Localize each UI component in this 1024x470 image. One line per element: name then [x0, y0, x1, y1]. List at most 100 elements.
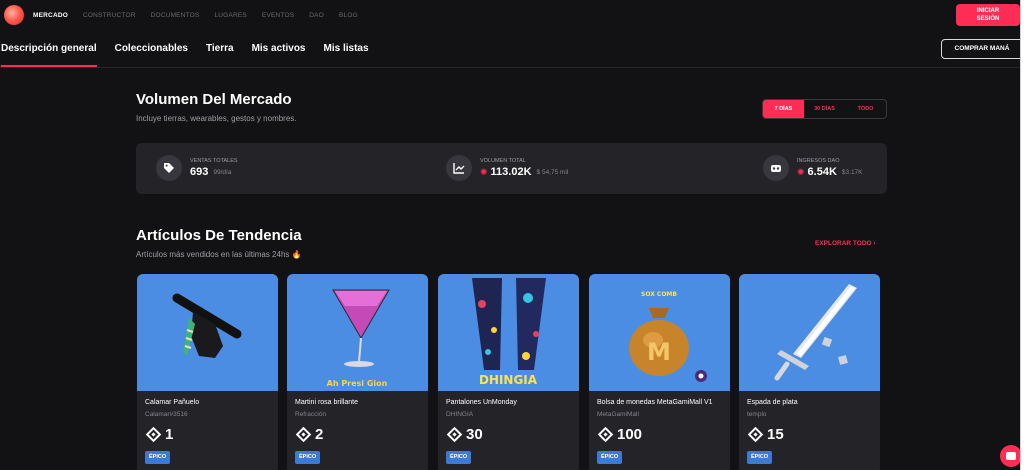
item-image	[137, 274, 278, 391]
nav-mercado[interactable]: MERCADO	[33, 12, 68, 19]
item-price-value: 1	[165, 426, 174, 443]
range-30-days[interactable]: 30 DÍAS	[804, 100, 845, 118]
buy-mana-button[interactable]: COMPRAR MANÁ	[941, 39, 1020, 59]
stat-dao-revenue-value: 6.54K	[807, 166, 837, 178]
item-card[interactable]: DHINGIA Pantalones UnMonday DHINGIA 30 É…	[438, 274, 579, 470]
decentraland-logo[interactable]	[4, 5, 24, 25]
item-creator: templo	[747, 411, 767, 418]
item-card[interactable]: Espada de plata templo 15 ÉPICO	[739, 274, 880, 470]
sign-in-label-line1: INICIAR	[976, 8, 1000, 14]
market-stats-panel: VENTAS TOTALES 693 99/día VOLUMEN TOTAL …	[136, 143, 887, 194]
item-image: DHINGIA	[438, 274, 579, 391]
item-price-value: 2	[315, 426, 324, 443]
nav-eventos[interactable]: EVENTOS	[262, 12, 294, 19]
market-volume-subtitle: Incluye tierras, wearables, gestos y nom…	[136, 114, 297, 123]
item-creator: Refracción	[295, 411, 327, 418]
chart-trend-icon	[446, 155, 472, 181]
item-title: Calamar Pañuelo	[145, 399, 200, 406]
silver-sword-icon	[774, 284, 857, 381]
mana-diamond-icon	[145, 426, 162, 443]
nav-blog[interactable]: BLOG	[339, 12, 358, 19]
martini-glass-icon: Ah Presi Gion	[327, 289, 390, 388]
item-title: Martini rosa brillante	[295, 399, 359, 406]
market-volume-title: Volumen Del Mercado	[136, 91, 292, 108]
explore-all-label: EXPLORAR TODO	[815, 240, 872, 247]
item-creator: MetaGamiMall	[597, 411, 639, 418]
trending-title: Artículos De Tendencia	[136, 227, 302, 244]
item-price-value: 30	[466, 426, 483, 443]
item-price: 1	[145, 426, 173, 443]
mana-diamond-icon	[597, 426, 614, 443]
pants-image-text: DHINGIA	[479, 373, 538, 387]
item-card[interactable]: Calamar Pañuelo Calamar#3516 1 ÉPICO	[137, 274, 278, 470]
rarity-badge: ÉPICO	[295, 451, 321, 464]
stat-total-volume-value-row: ✺ 113.02K $ 54,75 mil	[480, 166, 568, 178]
mana-icon: ✺	[797, 166, 805, 177]
stat-total-volume-text: VOLUMEN TOTAL ✺ 113.02K $ 54,75 mil	[480, 158, 568, 178]
subnav-tabs: Descripción general Coleccionables Tierr…	[1, 43, 387, 67]
stat-dao-revenue-label: INGRESOS DAO	[797, 158, 840, 164]
item-price: 100	[597, 426, 642, 443]
trending-subtitle: Artículos más vendidos en las últimas 24…	[136, 250, 302, 259]
stat-total-sales-value: 693	[190, 166, 209, 178]
chat-button[interactable]	[1000, 445, 1020, 467]
stat-dao-revenue-sub: $3.17K	[841, 168, 863, 176]
nav-dao[interactable]: DAO	[309, 12, 324, 19]
sign-in-label-line2: SESIÓN	[976, 16, 1000, 22]
stat-total-volume: VOLUMEN TOTAL ✺ 113.02K $ 54,75 mil	[446, 155, 568, 181]
explore-all-link[interactable]: EXPLORAR TODO ›	[815, 240, 876, 247]
item-price-value: 100	[617, 426, 643, 443]
stat-total-sales-label: VENTAS TOTALES	[190, 158, 238, 164]
stat-dao-revenue-value-row: ✺ 6.54K $3.17K	[797, 166, 863, 178]
nav-constructor[interactable]: CONSTRUCTOR	[83, 12, 136, 19]
nav-lugares[interactable]: LUGARES	[214, 12, 246, 19]
item-image	[739, 274, 880, 391]
item-price: 15	[747, 426, 784, 443]
item-creator: Calamar#3516	[145, 411, 188, 418]
rarity-badge: ÉPICO	[597, 451, 623, 464]
top-nav: MERCADO CONSTRUCTOR DOCUMENTOS LUGARES E…	[33, 12, 358, 19]
item-title: Bolsa de monedas MetaGamiMall V1	[597, 399, 713, 406]
sign-in-button[interactable]: INICIAR SESIÓN	[956, 4, 1020, 26]
item-title: Pantalones UnMonday	[446, 399, 517, 406]
stat-total-volume-label: VOLUMEN TOTAL	[480, 158, 526, 164]
stat-total-volume-sub: $ 54,75 mil	[536, 168, 569, 176]
bag-image-text: SOX COMB	[641, 291, 677, 298]
marketplace-subnav: Descripción general Coleccionables Tierr…	[0, 36, 1020, 68]
mana-diamond-icon	[446, 426, 463, 443]
stat-total-sales-text: VENTAS TOTALES 693 99/día	[190, 158, 238, 178]
martini-image-text: Ah Presi Gion	[327, 379, 388, 388]
bag-image-symbol: M	[647, 338, 671, 366]
pants-icon: DHINGIA	[472, 278, 546, 387]
chevron-right-icon: ›	[873, 240, 876, 247]
mana-diamond-icon	[747, 426, 764, 443]
stat-total-sales: VENTAS TOTALES 693 99/día	[156, 155, 238, 181]
tab-land[interactable]: Tierra	[206, 43, 234, 65]
item-card[interactable]: SOX COMB M Bolsa de monedas MetaGamiMall…	[589, 274, 730, 470]
rarity-badge: ÉPICO	[145, 451, 171, 464]
item-price: 2	[295, 426, 323, 443]
nav-documentos[interactable]: DOCUMENTOS	[151, 12, 200, 19]
item-creator: DHINGIA	[446, 411, 474, 418]
rarity-badge: ÉPICO	[747, 451, 773, 464]
stat-total-sales-sub: 99/día	[213, 168, 232, 176]
app-frame: MERCADO CONSTRUCTOR DOCUMENTOS LUGARES E…	[0, 0, 1021, 470]
stat-dao-revenue-text: INGRESOS DAO ✺ 6.54K $3.17K	[797, 158, 863, 178]
mana-icon: ✺	[480, 166, 488, 177]
tab-overview[interactable]: Descripción general	[1, 43, 97, 67]
item-image: SOX COMB M	[589, 274, 730, 391]
tab-my-lists[interactable]: Mis listas	[324, 43, 369, 65]
time-range-selector: 7 DÍAS 30 DÍAS TODO	[762, 99, 887, 119]
tag-icon	[156, 155, 182, 181]
range-7-days[interactable]: 7 DÍAS	[763, 100, 804, 118]
stat-total-sales-value-row: 693 99/día	[190, 166, 238, 178]
chat-icon	[1006, 452, 1016, 460]
dao-icon	[763, 155, 789, 181]
tab-my-assets[interactable]: Mis activos	[252, 43, 306, 65]
rarity-badge: ÉPICO	[446, 451, 472, 464]
item-card[interactable]: Ah Presi Gion Martini rosa brillante Ref…	[287, 274, 428, 470]
item-image: Ah Presi Gion	[287, 274, 428, 391]
tab-collectibles[interactable]: Coleccionables	[115, 43, 188, 65]
money-bag-icon: SOX COMB M	[629, 291, 707, 382]
range-all[interactable]: TODO	[845, 100, 886, 118]
